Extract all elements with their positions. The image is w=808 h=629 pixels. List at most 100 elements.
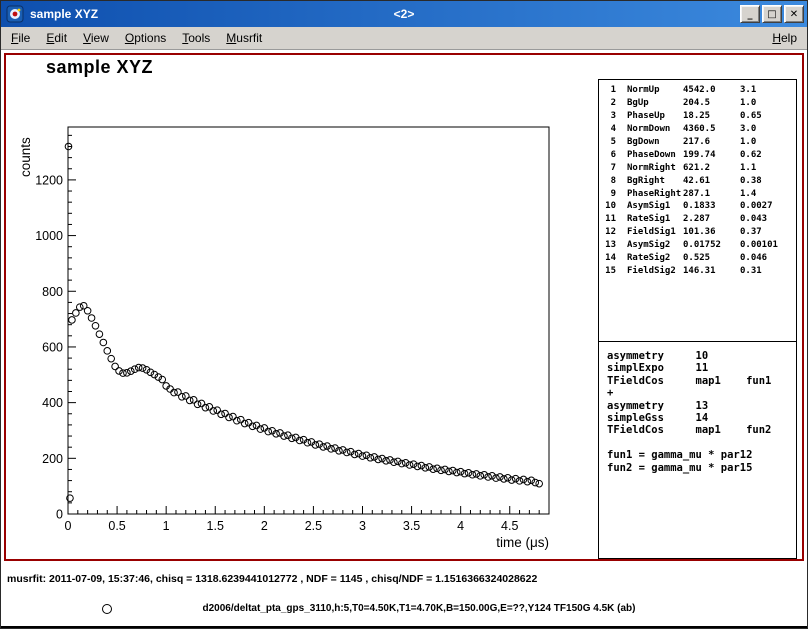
titlebar[interactable]: sample XYZ <2> _□✕ xyxy=(1,1,807,27)
stat-row: 6PhaseDown199.740.62 xyxy=(599,148,796,161)
stat-name: NormDown xyxy=(616,124,683,134)
svg-text:400: 400 xyxy=(42,396,63,410)
menu-item-musrfit[interactable]: Musrfit xyxy=(218,28,270,48)
stat-row: 10AsymSig10.18330.0027 xyxy=(599,200,796,213)
maximize-button[interactable]: □ xyxy=(762,5,782,23)
svg-text:600: 600 xyxy=(42,340,63,354)
legend-pad[interactable]: d2006/deltat_pta_gps_3110,h:5,T0=4.50K,T… xyxy=(1,592,807,628)
minimize-button[interactable]: _ xyxy=(740,5,760,23)
stat-err: 0.62 xyxy=(740,150,796,160)
fit-info-text: musrfit: 2011-07-09, 15:37:46, chisq = 1… xyxy=(7,573,537,585)
stat-row: 5BgDown217.61.0 xyxy=(599,136,796,149)
svg-text:0: 0 xyxy=(65,519,72,533)
fit-parameters-box[interactable]: 1NormUp4542.03.12BgUp204.51.03PhaseUp18.… xyxy=(598,79,797,343)
stat-val: 204.5 xyxy=(683,98,740,108)
root-canvas[interactable]: sample XYZ 00.511.522.533.544.5020040060… xyxy=(1,50,807,628)
stat-name: PhaseRight xyxy=(616,189,683,199)
stat-name: BgUp xyxy=(616,98,683,108)
stat-val: 621.2 xyxy=(683,163,740,173)
svg-text:3.5: 3.5 xyxy=(403,519,420,533)
stat-err: 0.65 xyxy=(740,111,796,121)
stat-num: 1 xyxy=(599,85,616,95)
stat-err: 0.043 xyxy=(740,214,796,224)
svg-text:4.5: 4.5 xyxy=(501,519,518,533)
stat-err: 0.37 xyxy=(740,227,796,237)
svg-text:1000: 1000 xyxy=(35,229,63,243)
stat-err: 0.00101 xyxy=(740,240,796,250)
stat-err: 1.0 xyxy=(740,98,796,108)
stat-val: 42.61 xyxy=(683,176,740,186)
stat-num: 5 xyxy=(599,137,616,147)
svg-text:3: 3 xyxy=(359,519,366,533)
stat-name: RateSig2 xyxy=(616,253,683,263)
stat-name: AsymSig1 xyxy=(616,201,683,211)
window-instance-label: <2> xyxy=(394,7,415,21)
stat-err: 3.1 xyxy=(740,85,796,95)
menu-item-options[interactable]: Options xyxy=(117,28,174,48)
stat-num: 10 xyxy=(599,201,616,211)
stat-name: NormUp xyxy=(616,85,683,95)
theory-text: asymmetry 10 simplExpo 11 TFieldCos map1… xyxy=(599,342,796,474)
stat-num: 8 xyxy=(599,176,616,186)
stat-num: 11 xyxy=(599,214,616,224)
stat-num: 7 xyxy=(599,163,616,173)
stat-row: 2BgUp204.51.0 xyxy=(599,97,796,110)
stat-val: 0.1833 xyxy=(683,201,740,211)
stat-row: 1NormUp4542.03.1 xyxy=(599,84,796,97)
svg-text:1200: 1200 xyxy=(35,173,63,187)
stat-err: 1.0 xyxy=(740,137,796,147)
stat-row: 15FieldSig2146.310.31 xyxy=(599,264,796,277)
stat-row: 14RateSig20.5250.046 xyxy=(599,252,796,265)
stat-err: 1.1 xyxy=(740,163,796,173)
window-controls: _□✕ xyxy=(740,5,804,23)
stat-val: 2.287 xyxy=(683,214,740,224)
stat-val: 4360.5 xyxy=(683,124,740,134)
menu-item-help[interactable]: Help xyxy=(764,28,805,48)
close-button[interactable]: ✕ xyxy=(784,5,804,23)
stat-val: 199.74 xyxy=(683,150,740,160)
stat-row: 11RateSig12.2870.043 xyxy=(599,213,796,226)
svg-text:800: 800 xyxy=(42,285,63,299)
theory-box[interactable]: asymmetry 10 simplExpo 11 TFieldCos map1… xyxy=(598,341,797,559)
stat-row: 3PhaseUp18.250.65 xyxy=(599,110,796,123)
legend-marker-icon xyxy=(102,604,112,614)
stat-num: 14 xyxy=(599,253,616,263)
stat-row: 9PhaseRight287.11.4 xyxy=(599,187,796,200)
app-icon xyxy=(6,5,24,23)
menu-item-tools[interactable]: Tools xyxy=(174,28,218,48)
stat-err: 0.046 xyxy=(740,253,796,263)
stat-val: 0.525 xyxy=(683,253,740,263)
stat-num: 2 xyxy=(599,98,616,108)
svg-text:200: 200 xyxy=(42,452,63,466)
svg-text:counts: counts xyxy=(18,137,33,177)
stat-val: 18.25 xyxy=(683,111,740,121)
stat-err: 3.0 xyxy=(740,124,796,134)
stat-err: 0.38 xyxy=(740,176,796,186)
main-pad[interactable]: sample XYZ 00.511.522.533.544.5020040060… xyxy=(4,53,804,561)
stat-num: 4 xyxy=(599,124,616,134)
svg-text:2: 2 xyxy=(261,519,268,533)
svg-text:1.5: 1.5 xyxy=(207,519,224,533)
menu-item-edit[interactable]: Edit xyxy=(38,28,75,48)
stat-name: FieldSig2 xyxy=(616,266,683,276)
muon-decay-plot[interactable]: 00.511.522.533.544.502004006008001000120… xyxy=(6,55,596,555)
stat-val: 287.1 xyxy=(683,189,740,199)
stat-num: 6 xyxy=(599,150,616,160)
stat-row: 8BgRight42.610.38 xyxy=(599,174,796,187)
app-window: sample XYZ <2> _□✕ FileEditViewOptionsTo… xyxy=(0,0,808,629)
stat-name: FieldSig1 xyxy=(616,227,683,237)
svg-text:4: 4 xyxy=(457,519,464,533)
menu-item-view[interactable]: View xyxy=(75,28,117,48)
stat-name: RateSig1 xyxy=(616,214,683,224)
stat-name: NormRight xyxy=(616,163,683,173)
stat-row: 13AsymSig20.017520.00101 xyxy=(599,239,796,252)
menu-item-file[interactable]: File xyxy=(3,28,38,48)
svg-text:time (μs): time (μs) xyxy=(496,535,549,550)
stat-name: BgDown xyxy=(616,137,683,147)
stat-name: PhaseDown xyxy=(616,150,683,160)
window-title: sample XYZ xyxy=(30,7,98,21)
stat-val: 217.6 xyxy=(683,137,740,147)
stat-num: 3 xyxy=(599,111,616,121)
stat-err: 0.0027 xyxy=(740,201,796,211)
stat-err: 1.4 xyxy=(740,189,796,199)
